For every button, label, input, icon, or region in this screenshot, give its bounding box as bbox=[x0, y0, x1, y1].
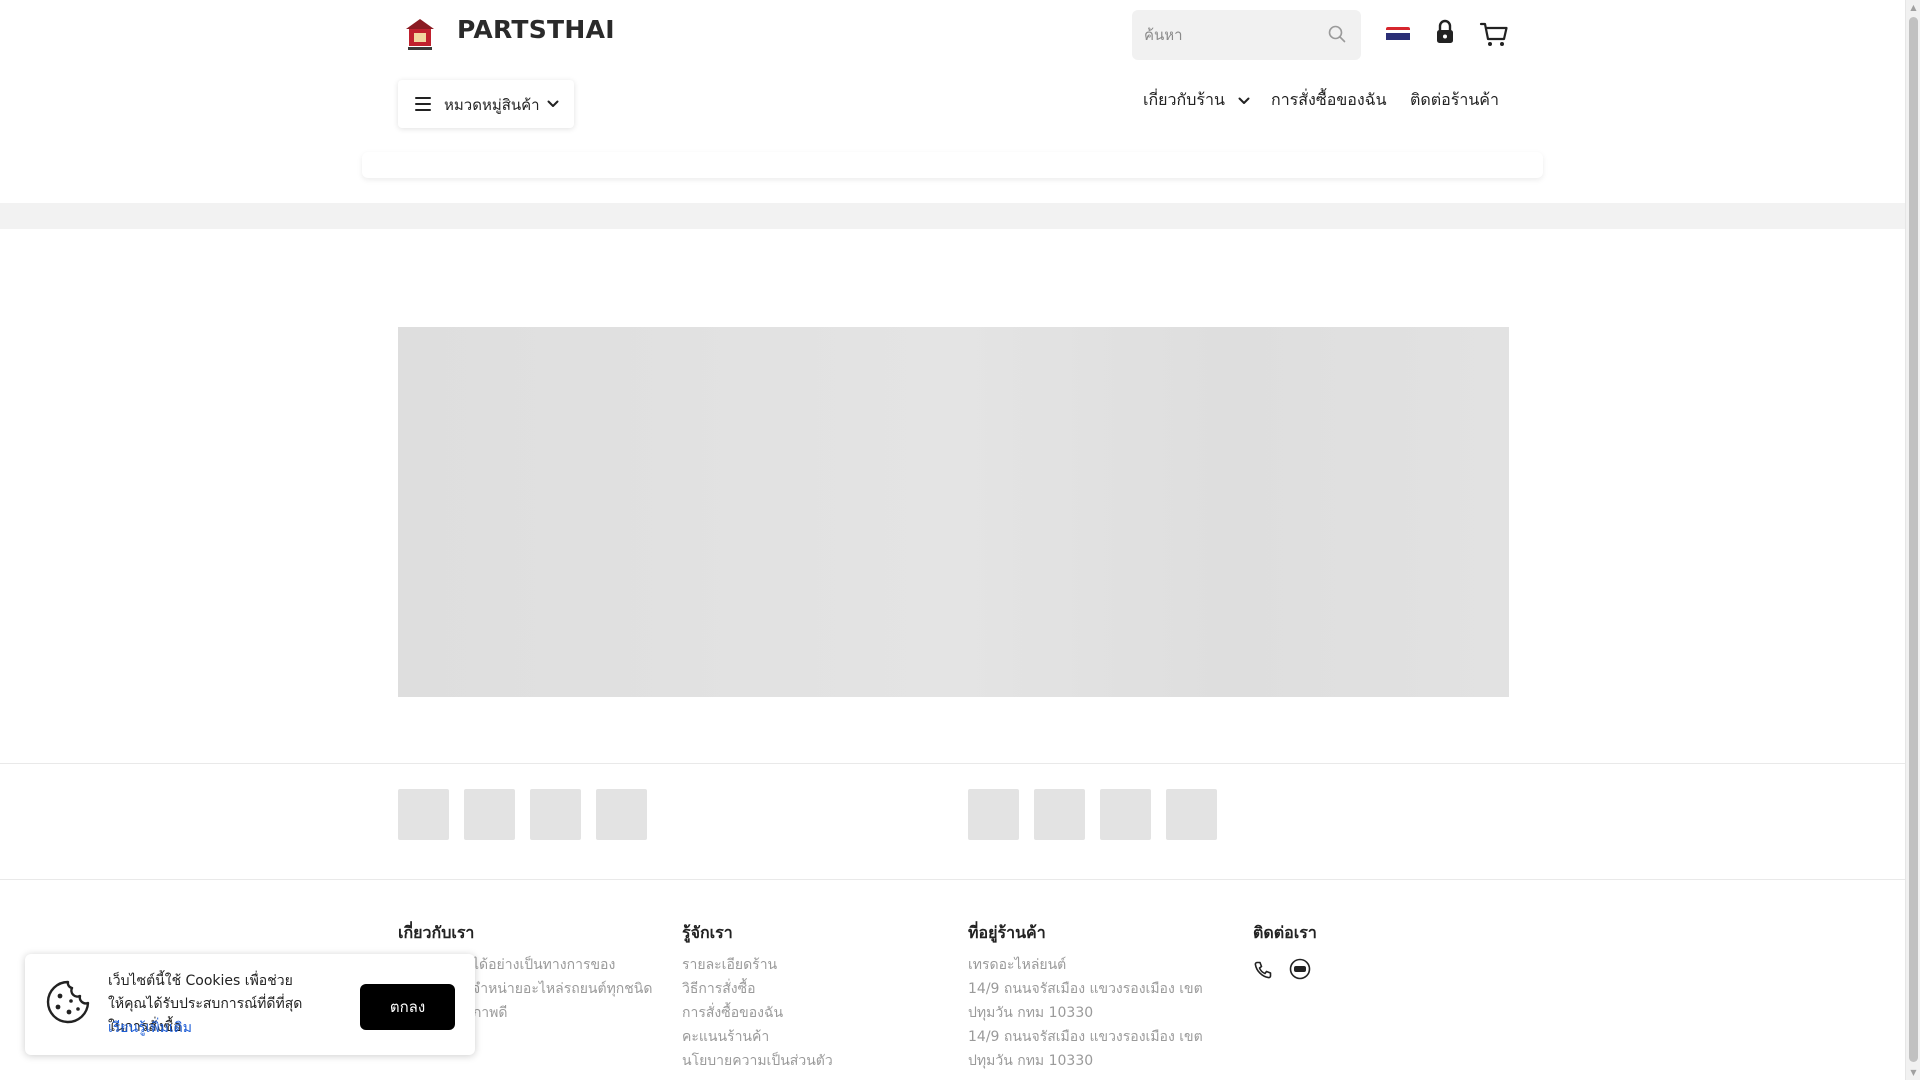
footer-about-line: จำหน่ายอะไหล่รถยนต์ทุกชนิด bbox=[472, 981, 653, 997]
shipping-logo-placeholder bbox=[1034, 789, 1085, 840]
shipping-logo-placeholder bbox=[1166, 789, 1217, 840]
category-menu-label: หมวดหมู่สินค้า bbox=[444, 96, 540, 114]
cookie-icon bbox=[46, 980, 90, 1024]
footer-about-line: ได้อย่างเป็นทางการของ bbox=[472, 957, 616, 973]
chevron-down-icon bbox=[547, 100, 559, 107]
footer-link-shop-details[interactable]: รายละเอียดร้าน bbox=[682, 955, 777, 975]
payment-logo-placeholder bbox=[596, 789, 647, 840]
thai-flag-icon[interactable] bbox=[1386, 27, 1410, 43]
footer-about-line: ภาพดี bbox=[472, 1005, 508, 1021]
brand-name[interactable]: PARTSTHAI bbox=[457, 15, 615, 44]
footer-contact-title: ติดต่อเรา bbox=[1253, 923, 1317, 942]
lock-icon[interactable] bbox=[1432, 18, 1458, 46]
shipping-logo-placeholder bbox=[1100, 789, 1151, 840]
footer-location-line: 14/9 ถนนจรัสเมือง แขวงรองเมือง เขต bbox=[968, 1029, 1203, 1045]
line-app-icon[interactable] bbox=[1289, 958, 1311, 980]
nav-about-shop[interactable]: เกี่ยวกับร้าน bbox=[1143, 88, 1250, 113]
divider-strip bbox=[0, 203, 1905, 229]
footer-know-us-title: รู้จักเรา bbox=[682, 923, 733, 942]
footer-location-line: ปทุมวัน กทม 10330 bbox=[968, 1005, 1094, 1021]
footer-about-title: เกี่ยวกับเรา bbox=[398, 923, 475, 942]
divider bbox=[0, 879, 1905, 880]
phone-icon[interactable] bbox=[1253, 960, 1273, 980]
nav-my-orders[interactable]: การสั่งซื้อของฉัน bbox=[1271, 88, 1387, 113]
payment-logo-placeholder bbox=[398, 789, 449, 840]
scrollbar-thumb[interactable] bbox=[1909, 17, 1918, 1062]
chevron-down-icon bbox=[1238, 97, 1250, 104]
search-icon[interactable] bbox=[1327, 24, 1347, 44]
page: PARTSTHAI หมวดหมู่สินค้า bbox=[0, 0, 1905, 1080]
cookie-consent-popup: เว็บไซต์นี้ใช้ Cookies เพื่อช่วยให้คุณได… bbox=[25, 954, 475, 1055]
scroll-down-arrow-icon[interactable]: ▼ bbox=[1906, 1065, 1920, 1080]
shipping-logo-placeholder bbox=[968, 789, 1019, 840]
shop-logo[interactable] bbox=[400, 14, 440, 54]
scroll-up-arrow-icon[interactable]: ▲ bbox=[1906, 0, 1920, 15]
nav-contact-shop[interactable]: ติดต่อร้านค้า bbox=[1410, 88, 1499, 113]
footer-link-privacy-policy[interactable]: นโยบายความเป็นส่วนตัว bbox=[682, 1051, 833, 1071]
cookie-learn-more-link[interactable]: เรียนรู้เพิ่มเติม bbox=[108, 1017, 192, 1039]
footer-location-title: ที่อยู่ร้านค้า bbox=[968, 923, 1046, 942]
search-input[interactable] bbox=[1144, 10, 1314, 60]
footer-link-my-orders[interactable]: การสั่งซื้อของฉัน bbox=[682, 1003, 783, 1023]
footer-location-line: ปทุมวัน กทม 10330 bbox=[968, 1053, 1094, 1069]
hero-banner-placeholder bbox=[398, 327, 1509, 697]
vertical-scrollbar[interactable]: ▲ ▼ bbox=[1905, 0, 1920, 1080]
menu-icon bbox=[415, 97, 431, 111]
footer-link-how-to-order[interactable]: วิธีการสั่งซื้อ bbox=[682, 979, 756, 999]
footer-location-line: เทรดอะไหล่ยนต์ bbox=[968, 957, 1067, 973]
nav-about-shop-label: เกี่ยวกับร้าน bbox=[1143, 90, 1225, 109]
divider bbox=[0, 763, 1905, 764]
cart-icon[interactable] bbox=[1479, 20, 1509, 48]
footer-location-line: 14/9 ถนนจรัสเมือง แขวงรองเมือง เขต bbox=[968, 981, 1203, 997]
payment-logo-placeholder bbox=[530, 789, 581, 840]
search-box[interactable] bbox=[1132, 10, 1361, 60]
payment-logo-placeholder bbox=[464, 789, 515, 840]
cookie-accept-button[interactable]: ตกลง bbox=[360, 984, 455, 1030]
category-menu-button[interactable]: หมวดหมู่สินค้า bbox=[398, 80, 574, 128]
sub-navigation-bar bbox=[362, 152, 1543, 178]
footer-link-shop-rating[interactable]: คะแนนร้านค้า bbox=[682, 1027, 769, 1047]
